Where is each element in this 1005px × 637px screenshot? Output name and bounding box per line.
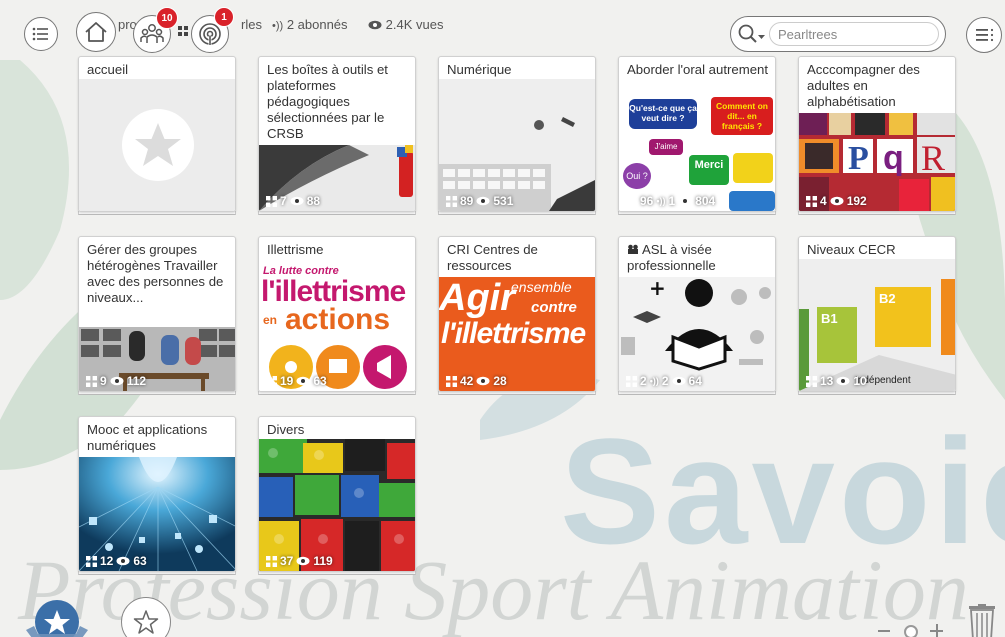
card-stats: 7 88 bbox=[266, 194, 320, 208]
collection-card-alphabetisation[interactable]: Acccompagner des adultes en alphabétisat… bbox=[798, 56, 956, 212]
collection-card-aborder-oral[interactable]: Aborder l'oral autrement Qu'est-ce que ç… bbox=[618, 56, 776, 212]
pearls-icon bbox=[266, 555, 277, 567]
alerts-badge: 1 bbox=[214, 7, 234, 27]
collection-card-groupes-heterogenes[interactable]: Gérer des groupes hétérogènes Travailler… bbox=[78, 236, 236, 392]
card-title: Mooc et applications numériques bbox=[87, 422, 208, 453]
watermark-savoie: Savoie bbox=[560, 407, 1005, 575]
top-bar: pro rles •)) 2 abonnés 2.4K vues 10 1 Pe… bbox=[0, 0, 1005, 53]
collection-card-accueil[interactable]: accueil bbox=[78, 56, 236, 212]
svg-text:R: R bbox=[921, 138, 945, 178]
subscribers-icon: •)) bbox=[656, 196, 666, 206]
eye-icon bbox=[116, 556, 130, 566]
card-title: Les boîtes à outils et plateformes pédag… bbox=[267, 62, 388, 141]
pearls-icon bbox=[626, 195, 637, 207]
card-stats: 42 28 bbox=[446, 374, 507, 388]
eye-icon bbox=[296, 376, 310, 386]
eye-icon bbox=[290, 196, 304, 206]
card-image: B1 B2 Indépendent bbox=[799, 259, 955, 391]
home-icon bbox=[85, 22, 107, 42]
eye-icon bbox=[836, 376, 850, 386]
zoom-in-icon[interactable] bbox=[930, 624, 944, 637]
subscribers-icon: •)) bbox=[649, 376, 659, 386]
card-title: accueil bbox=[87, 62, 129, 77]
options-menu-button[interactable] bbox=[966, 17, 1002, 53]
card-stats: 19 63 bbox=[266, 374, 327, 388]
collection-card-numerique[interactable]: Numérique 89 531 bbox=[438, 56, 596, 212]
pearls-icon bbox=[806, 375, 817, 387]
pearls-icon bbox=[86, 375, 97, 387]
card-title: Aborder l'oral autrement bbox=[627, 62, 769, 77]
card-title: Numérique bbox=[447, 62, 512, 77]
card-stats: 89 531 bbox=[446, 194, 513, 208]
card-stats: 9 112 bbox=[86, 374, 146, 388]
team-button[interactable]: 10 bbox=[133, 7, 178, 53]
card-image bbox=[79, 79, 235, 211]
collection-card-boites-outils[interactable]: Les boîtes à outils et plateformes pédag… bbox=[258, 56, 416, 212]
pearls-icon bbox=[446, 375, 457, 387]
card-title: Acccompagner des adultes en alphabétisat… bbox=[807, 62, 920, 109]
views-count: 2.4K vues bbox=[368, 17, 443, 32]
svg-text:+: + bbox=[649, 277, 666, 300]
eye-icon bbox=[476, 376, 490, 386]
card-stats: 96 •)) 1 804 bbox=[626, 194, 715, 208]
pearls-count-label: rles bbox=[241, 17, 262, 32]
eye-icon bbox=[368, 20, 382, 30]
collection-card-illettrisme[interactable]: Illettrisme La lutte contre l'illettrism… bbox=[258, 236, 416, 392]
card-title: Niveaux CECR bbox=[807, 242, 896, 257]
search-box bbox=[730, 16, 946, 52]
card-title: Illettrisme bbox=[267, 242, 324, 257]
eye-icon bbox=[476, 196, 490, 206]
eye-icon bbox=[678, 196, 692, 206]
notifications-badge: 10 bbox=[156, 7, 178, 29]
svg-text:q: q bbox=[883, 139, 904, 177]
eye-icon bbox=[672, 376, 686, 386]
menu-button[interactable] bbox=[24, 17, 58, 51]
pearls-icon bbox=[266, 375, 277, 387]
subscribers-icon: •)) bbox=[272, 20, 284, 32]
collection-card-mooc[interactable]: Mooc et applications numériques 12 63 bbox=[78, 416, 236, 572]
eye-icon bbox=[296, 556, 310, 566]
home-button[interactable] bbox=[76, 12, 116, 52]
card-stats: 2 •)) 2 64 bbox=[626, 374, 702, 388]
eye-icon bbox=[110, 376, 124, 386]
pearls-icon bbox=[178, 23, 188, 36]
pearls-icon bbox=[446, 195, 457, 207]
search-input[interactable] bbox=[769, 22, 939, 46]
collection-card-cri-centres[interactable]: CRI Centres de ressources Agir ensemble … bbox=[438, 236, 596, 392]
card-title: ASL à visée professionnelle bbox=[627, 242, 716, 273]
collection-card-divers[interactable]: Divers 37 119 bbox=[258, 416, 416, 572]
svg-text:P: P bbox=[848, 140, 869, 177]
options-icon bbox=[976, 28, 994, 42]
search-icon[interactable] bbox=[737, 23, 767, 45]
user-avatar[interactable] bbox=[26, 598, 88, 637]
pearls-icon bbox=[266, 195, 277, 207]
subscribers-count: •)) 2 abonnés bbox=[272, 17, 348, 32]
card-stats: 37 119 bbox=[266, 554, 333, 568]
card-title: CRI Centres de ressources bbox=[447, 242, 538, 273]
collection-card-niveaux-cecr[interactable]: Niveaux CECR B1 B2 Indépendent 13 10 bbox=[798, 236, 956, 392]
star-icon bbox=[122, 109, 194, 181]
zoom-slider-handle[interactable] bbox=[904, 625, 918, 637]
pearls-icon bbox=[86, 555, 97, 567]
team-icon bbox=[628, 244, 638, 254]
zoom-out-icon[interactable] bbox=[878, 626, 892, 636]
trash-icon[interactable] bbox=[965, 604, 999, 637]
alerts-button[interactable]: 1 bbox=[191, 7, 234, 53]
star-icon bbox=[133, 610, 159, 634]
list-menu-icon bbox=[32, 27, 48, 41]
favorites-button[interactable] bbox=[121, 597, 171, 637]
card-stats: 12 63 bbox=[86, 554, 147, 568]
eye-icon bbox=[830, 196, 844, 206]
pearls-icon bbox=[806, 195, 817, 207]
card-stats: 4 192 bbox=[806, 194, 867, 208]
card-title: Divers bbox=[267, 422, 305, 437]
collection-card-asl[interactable]: ASL à visée professionnelle + 2 •)) 2 64 bbox=[618, 236, 776, 392]
pearls-icon bbox=[626, 375, 637, 387]
card-image bbox=[259, 439, 415, 571]
card-image bbox=[439, 79, 595, 211]
card-image: La lutte contre l'illettrisme en actions bbox=[259, 259, 415, 391]
card-title: Gérer des groupes hétérogènes Travailler… bbox=[87, 242, 224, 305]
card-stats: 13 10 bbox=[806, 374, 867, 388]
